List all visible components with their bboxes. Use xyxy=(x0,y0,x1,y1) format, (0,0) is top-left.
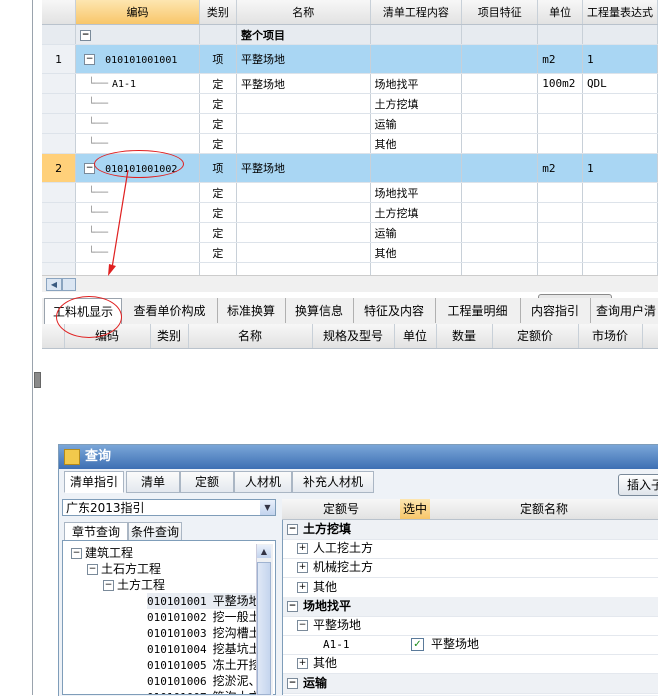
tree-leaf-item[interactable]: 010101003 挖沟槽土 xyxy=(147,625,261,641)
quota-category-row[interactable]: − 土方挖填 xyxy=(283,520,658,540)
tree-node-desc: 平整场地 xyxy=(212,594,261,608)
collapse-icon[interactable]: − xyxy=(297,620,308,631)
dialog-title-bar[interactable]: 查询 xyxy=(59,445,658,469)
tree-node-label: 010101004 xyxy=(147,643,207,656)
collapse-icon[interactable]: − xyxy=(287,524,298,535)
tree-node-desc: 挖基坑土 xyxy=(212,642,261,656)
quota-group-row[interactable]: + 人工挖土方 xyxy=(283,539,658,560)
tree-leaf-item[interactable]: 010101005 冻土开挖 xyxy=(147,657,261,673)
tree-node-label: 010101003 xyxy=(147,627,207,640)
quota-group-row[interactable]: + 其他 xyxy=(283,654,658,675)
scroll-up-icon[interactable]: ▲ xyxy=(257,545,271,558)
quota-group-row[interactable]: − 平整场地 xyxy=(283,616,658,636)
tree-node-desc: 挖沟槽土 xyxy=(212,626,261,640)
quota-row-label: 其他 xyxy=(313,656,338,671)
tree-leaf-item[interactable]: 010101002 挖一般土 xyxy=(147,609,261,625)
tree-node[interactable]: 建筑工程 xyxy=(85,545,133,561)
insert-child-button[interactable]: 插入子 xyxy=(618,474,658,496)
tree-node[interactable]: 土方工程 xyxy=(117,577,165,593)
tab-supplement-materials[interactable]: 补充人材机 xyxy=(292,471,374,493)
tree-node-desc: 冻土开挖 xyxy=(212,658,261,672)
tab-labor-materials[interactable]: 人材机 xyxy=(234,471,292,493)
tree-leaf-item[interactable]: 010101001 平整场地 xyxy=(147,593,261,609)
tree-node-label: 010101007 xyxy=(147,691,207,694)
quota-group-row[interactable]: + 机械挖土方 xyxy=(283,558,658,579)
quota-row-label: 运输 xyxy=(303,675,328,690)
tab-condition-query[interactable]: 条件查询 xyxy=(128,522,182,542)
collapse-icon[interactable]: − xyxy=(103,580,114,591)
tree-leaf-item[interactable]: 010101007 管沟土方 xyxy=(147,689,261,694)
collapse-icon[interactable]: − xyxy=(287,677,298,689)
tab-bill[interactable]: 清单 xyxy=(126,471,180,493)
quota-item-name: 平整场地 xyxy=(431,637,480,652)
tree-node-label: 土方工程 xyxy=(117,578,166,592)
quota-row-label: A1-1 xyxy=(323,638,350,652)
tree-node-label: 土石方工程 xyxy=(101,562,162,576)
tab-quota[interactable]: 定额 xyxy=(180,471,234,493)
collapse-icon[interactable]: − xyxy=(71,548,82,559)
tree-node-desc: 管沟土方 xyxy=(213,690,261,694)
tree-node-desc: 挖淤泥、 xyxy=(212,674,261,688)
quota-group-row[interactable]: + 其他 xyxy=(283,578,658,598)
collapse-icon[interactable]: + xyxy=(297,562,308,574)
quota-row-label: 人工挖土方 xyxy=(313,541,374,556)
tree-node-desc: 挖一般土 xyxy=(212,610,261,624)
guide-library-select[interactable]: 广东2013指引 xyxy=(62,499,276,516)
chevron-down-icon[interactable]: ▼ xyxy=(260,500,275,515)
quota-header-number[interactable]: 定额号 xyxy=(282,499,400,519)
tree-node[interactable]: 土石方工程 xyxy=(101,561,161,577)
tab-chapter-query[interactable]: 章节查询 xyxy=(64,522,128,542)
quota-row-label: 场地找平 xyxy=(303,598,352,613)
quota-header-selected[interactable]: 选中 xyxy=(400,499,430,519)
quota-row-label: 平整场地 xyxy=(313,618,362,632)
tree-node-label: 010101002 xyxy=(147,611,207,624)
collapse-icon[interactable]: + xyxy=(297,581,308,593)
dialog-app-icon xyxy=(64,449,80,465)
collapse-icon[interactable]: + xyxy=(297,543,308,555)
collapse-icon[interactable]: + xyxy=(297,658,308,670)
quota-list-header: 定额号 选中 定额名称 xyxy=(282,499,658,520)
quota-row-label: 机械挖土方 xyxy=(313,560,374,575)
tree-node-label: 建筑工程 xyxy=(85,546,134,560)
quota-header-name[interactable]: 定额名称 xyxy=(430,499,658,519)
collapse-icon[interactable]: − xyxy=(287,600,298,612)
tree-node-label: 010101005 xyxy=(147,659,207,672)
quota-category-row[interactable]: − 场地找平 xyxy=(283,596,658,617)
tree-leaf-item[interactable]: 010101006 挖淤泥、 xyxy=(147,673,261,689)
quota-row-label: 其他 xyxy=(313,579,338,594)
collapse-icon[interactable]: − xyxy=(87,564,98,575)
quota-row-label: 土方挖填 xyxy=(303,522,352,536)
tree-node-label: 010101006 xyxy=(147,675,207,688)
select-checkbox[interactable]: ✓ xyxy=(411,638,424,652)
quota-category-row[interactable]: − 运输 xyxy=(283,673,658,694)
tree-node-label: 010101001 xyxy=(147,595,207,608)
tab-bill-guide[interactable]: 清单指引 xyxy=(64,471,124,493)
tree-scroll-thumb[interactable] xyxy=(257,562,271,695)
tree-leaf-item[interactable]: 010101004 挖基坑土 xyxy=(147,641,261,657)
quota-item-row[interactable]: A1-1 ✓ 平整场地 xyxy=(283,635,658,656)
chapter-tree: − 建筑工程 − 土石方工程 − 土方工程 010101001 平整场地 010101002 挖一… xyxy=(62,540,276,695)
